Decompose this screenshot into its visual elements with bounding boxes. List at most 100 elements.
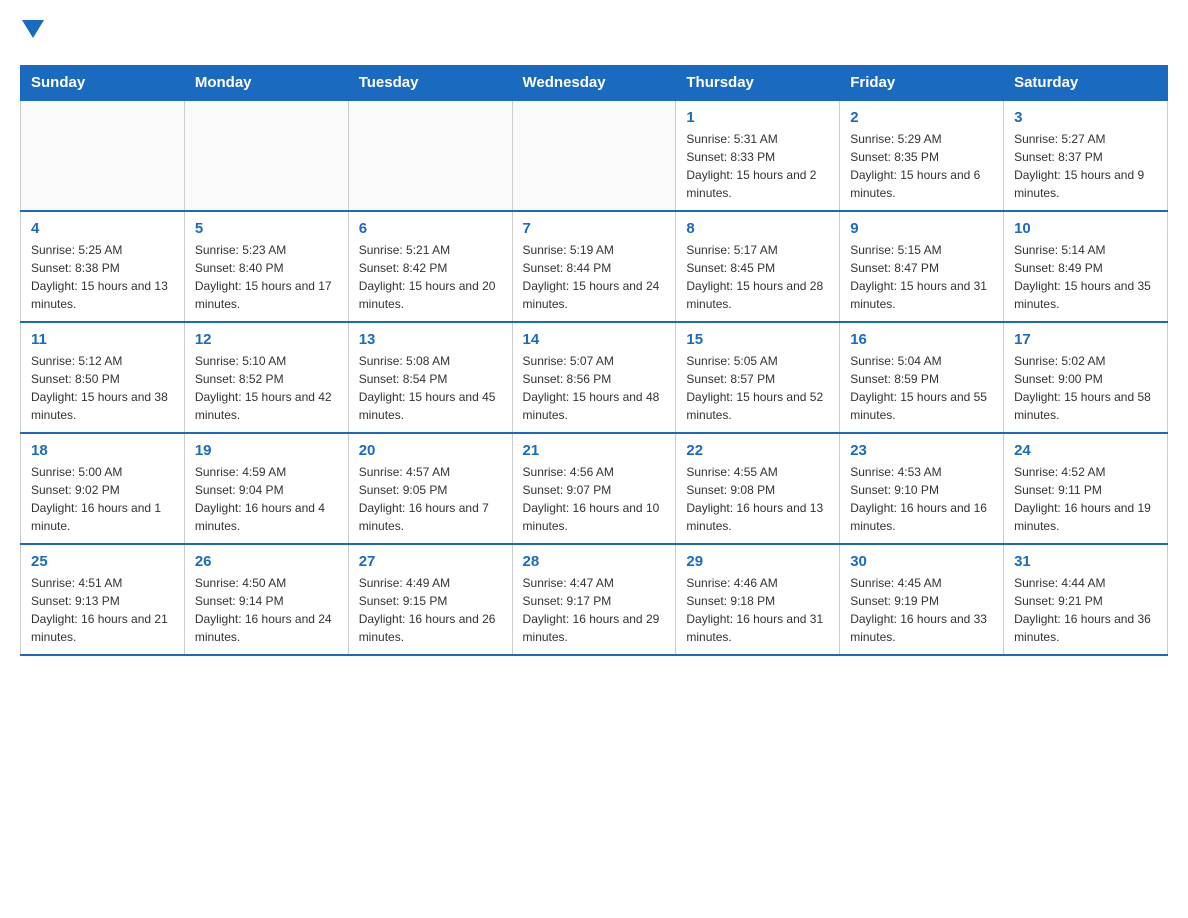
day-number: 2 xyxy=(850,109,993,126)
day-number: 21 xyxy=(523,442,666,459)
day-info: Sunrise: 5:27 AMSunset: 8:37 PMDaylight:… xyxy=(1014,130,1157,202)
calendar-cell xyxy=(21,100,185,211)
calendar-cell: 18 Sunrise: 5:00 AMSunset: 9:02 PMDayligh… xyxy=(21,433,185,544)
calendar-cell: 1 Sunrise: 5:31 AMSunset: 8:33 PMDaylight… xyxy=(676,100,840,211)
weekday-header-tuesday: Tuesday xyxy=(348,65,512,100)
day-number: 24 xyxy=(1014,442,1157,459)
calendar-cell: 11 Sunrise: 5:12 AMSunset: 8:50 PMDayligh… xyxy=(21,322,185,433)
day-number: 31 xyxy=(1014,553,1157,570)
day-info: Sunrise: 5:17 AMSunset: 8:45 PMDaylight:… xyxy=(686,241,829,313)
weekday-header-monday: Monday xyxy=(184,65,348,100)
day-info: Sunrise: 5:23 AMSunset: 8:40 PMDaylight:… xyxy=(195,241,338,313)
weekday-header-thursday: Thursday xyxy=(676,65,840,100)
day-info: Sunrise: 4:50 AMSunset: 9:14 PMDaylight:… xyxy=(195,574,338,646)
day-info: Sunrise: 5:04 AMSunset: 8:59 PMDaylight:… xyxy=(850,352,993,424)
calendar-cell: 14 Sunrise: 5:07 AMSunset: 8:56 PMDayligh… xyxy=(512,322,676,433)
day-info: Sunrise: 5:07 AMSunset: 8:56 PMDaylight:… xyxy=(523,352,666,424)
day-info: Sunrise: 4:45 AMSunset: 9:19 PMDaylight:… xyxy=(850,574,993,646)
day-number: 5 xyxy=(195,220,338,237)
day-info: Sunrise: 4:52 AMSunset: 9:11 PMDaylight:… xyxy=(1014,463,1157,535)
day-number: 15 xyxy=(686,331,829,348)
day-info: Sunrise: 5:31 AMSunset: 8:33 PMDaylight:… xyxy=(686,130,829,202)
day-info: Sunrise: 4:44 AMSunset: 9:21 PMDaylight:… xyxy=(1014,574,1157,646)
calendar-cell: 20Sunrise: 4:57 AMSunset: 9:05 PMDayligh… xyxy=(348,433,512,544)
calendar-cell: 30 Sunrise: 4:45 AMSunset: 9:19 PMDayligh… xyxy=(840,544,1004,655)
day-info: Sunrise: 5:21 AMSunset: 8:42 PMDaylight:… xyxy=(359,241,502,313)
day-info: Sunrise: 4:51 AMSunset: 9:13 PMDaylight:… xyxy=(31,574,174,646)
calendar-cell: 15 Sunrise: 5:05 AMSunset: 8:57 PMDayligh… xyxy=(676,322,840,433)
calendar-cell: 19Sunrise: 4:59 AMSunset: 9:04 PMDayligh… xyxy=(184,433,348,544)
calendar-cell: 13 Sunrise: 5:08 AMSunset: 8:54 PMDayligh… xyxy=(348,322,512,433)
day-info: Sunrise: 5:14 AMSunset: 8:49 PMDaylight:… xyxy=(1014,241,1157,313)
calendar-cell: 24 Sunrise: 4:52 AMSunset: 9:11 PMDayligh… xyxy=(1004,433,1168,544)
weekday-header-wednesday: Wednesday xyxy=(512,65,676,100)
day-number: 20 xyxy=(359,442,502,459)
day-number: 17 xyxy=(1014,331,1157,348)
calendar-cell: 2 Sunrise: 5:29 AMSunset: 8:35 PMDaylight… xyxy=(840,100,1004,211)
day-number: 12 xyxy=(195,331,338,348)
calendar-cell xyxy=(512,100,676,211)
day-number: 23 xyxy=(850,442,993,459)
day-number: 18 xyxy=(31,442,174,459)
day-number: 16 xyxy=(850,331,993,348)
weekday-header-friday: Friday xyxy=(840,65,1004,100)
day-number: 22 xyxy=(686,442,829,459)
calendar-cell: 6 Sunrise: 5:21 AMSunset: 8:42 PMDaylight… xyxy=(348,211,512,322)
day-info: Sunrise: 5:05 AMSunset: 8:57 PMDaylight:… xyxy=(686,352,829,424)
day-info: Sunrise: 5:12 AMSunset: 8:50 PMDaylight:… xyxy=(31,352,174,424)
day-info: Sunrise: 4:46 AMSunset: 9:18 PMDaylight:… xyxy=(686,574,829,646)
calendar-week-row-4: 18 Sunrise: 5:00 AMSunset: 9:02 PMDayligh… xyxy=(21,433,1168,544)
day-number: 25 xyxy=(31,553,174,570)
logo xyxy=(20,20,44,45)
page-header xyxy=(20,20,1168,45)
calendar-cell xyxy=(184,100,348,211)
calendar-week-row-3: 11 Sunrise: 5:12 AMSunset: 8:50 PMDayligh… xyxy=(21,322,1168,433)
calendar-table: SundayMondayTuesdayWednesdayThursdayFrid… xyxy=(20,65,1168,656)
calendar-cell: 21 Sunrise: 4:56 AMSunset: 9:07 PMDayligh… xyxy=(512,433,676,544)
calendar-cell: 8 Sunrise: 5:17 AMSunset: 8:45 PMDaylight… xyxy=(676,211,840,322)
day-number: 30 xyxy=(850,553,993,570)
day-number: 7 xyxy=(523,220,666,237)
day-number: 27 xyxy=(359,553,502,570)
day-info: Sunrise: 4:56 AMSunset: 9:07 PMDaylight:… xyxy=(523,463,666,535)
calendar-cell: 12 Sunrise: 5:10 AMSunset: 8:52 PMDayligh… xyxy=(184,322,348,433)
calendar-cell: 3Sunrise: 5:27 AMSunset: 8:37 PMDaylight… xyxy=(1004,100,1168,211)
calendar-cell: 29 Sunrise: 4:46 AMSunset: 9:18 PMDayligh… xyxy=(676,544,840,655)
day-info: Sunrise: 5:29 AMSunset: 8:35 PMDaylight:… xyxy=(850,130,993,202)
calendar-cell: 28Sunrise: 4:47 AMSunset: 9:17 PMDayligh… xyxy=(512,544,676,655)
calendar-cell xyxy=(348,100,512,211)
calendar-cell: 17 Sunrise: 5:02 AMSunset: 9:00 PMDayligh… xyxy=(1004,322,1168,433)
day-info: Sunrise: 5:00 AMSunset: 9:02 PMDaylight:… xyxy=(31,463,174,535)
calendar-week-row-1: 1 Sunrise: 5:31 AMSunset: 8:33 PMDaylight… xyxy=(21,100,1168,211)
day-number: 14 xyxy=(523,331,666,348)
day-number: 8 xyxy=(686,220,829,237)
day-info: Sunrise: 5:02 AMSunset: 9:00 PMDaylight:… xyxy=(1014,352,1157,424)
calendar-cell: 4Sunrise: 5:25 AMSunset: 8:38 PMDaylight… xyxy=(21,211,185,322)
day-number: 13 xyxy=(359,331,502,348)
calendar-cell: 22Sunrise: 4:55 AMSunset: 9:08 PMDayligh… xyxy=(676,433,840,544)
calendar-cell: 5 Sunrise: 5:23 AMSunset: 8:40 PMDaylight… xyxy=(184,211,348,322)
calendar-cell: 10 Sunrise: 5:14 AMSunset: 8:49 PMDayligh… xyxy=(1004,211,1168,322)
weekday-header-row: SundayMondayTuesdayWednesdayThursdayFrid… xyxy=(21,65,1168,100)
calendar-cell: 31 Sunrise: 4:44 AMSunset: 9:21 PMDayligh… xyxy=(1004,544,1168,655)
day-info: Sunrise: 5:08 AMSunset: 8:54 PMDaylight:… xyxy=(359,352,502,424)
calendar-cell: 9Sunrise: 5:15 AMSunset: 8:47 PMDaylight… xyxy=(840,211,1004,322)
calendar-cell: 7Sunrise: 5:19 AMSunset: 8:44 PMDaylight… xyxy=(512,211,676,322)
logo-triangle-icon xyxy=(22,20,44,38)
weekday-header-saturday: Saturday xyxy=(1004,65,1168,100)
day-info: Sunrise: 5:10 AMSunset: 8:52 PMDaylight:… xyxy=(195,352,338,424)
calendar-cell: 26Sunrise: 4:50 AMSunset: 9:14 PMDayligh… xyxy=(184,544,348,655)
day-number: 29 xyxy=(686,553,829,570)
day-number: 9 xyxy=(850,220,993,237)
day-number: 6 xyxy=(359,220,502,237)
weekday-header-sunday: Sunday xyxy=(21,65,185,100)
calendar-cell: 16 Sunrise: 5:04 AMSunset: 8:59 PMDayligh… xyxy=(840,322,1004,433)
calendar-cell: 25 Sunrise: 4:51 AMSunset: 9:13 PMDayligh… xyxy=(21,544,185,655)
day-number: 10 xyxy=(1014,220,1157,237)
day-info: Sunrise: 4:53 AMSunset: 9:10 PMDaylight:… xyxy=(850,463,993,535)
day-info: Sunrise: 4:59 AMSunset: 9:04 PMDaylight:… xyxy=(195,463,338,535)
day-info: Sunrise: 4:47 AMSunset: 9:17 PMDaylight:… xyxy=(523,574,666,646)
calendar-week-row-2: 4Sunrise: 5:25 AMSunset: 8:38 PMDaylight… xyxy=(21,211,1168,322)
day-number: 11 xyxy=(31,331,174,348)
day-number: 1 xyxy=(686,109,829,126)
